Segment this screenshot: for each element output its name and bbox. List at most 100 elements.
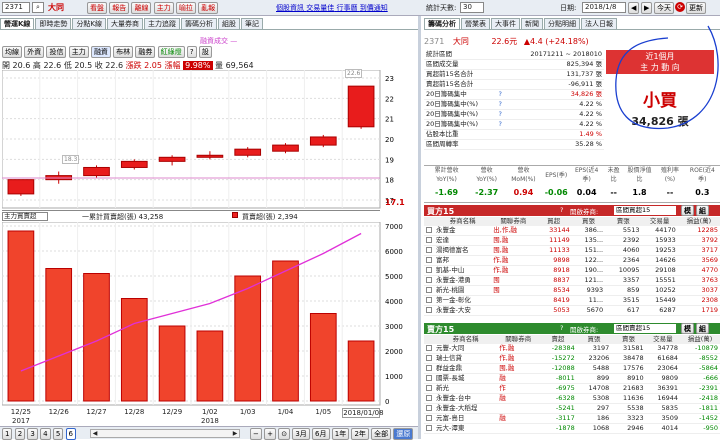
buy15-row[interactable]: 永豐金-大安 5053 5670 617 6287 1719	[424, 306, 720, 316]
range-3m[interactable]: 3月	[292, 428, 310, 440]
scroll-right-icon[interactable]: ▶	[231, 430, 239, 437]
ind-main[interactable]: 主力	[68, 46, 89, 58]
row-checkbox[interactable]	[424, 236, 434, 246]
sell15-row[interactable]: 群益金鼎 囤,融 -12088 5488 17576 23064 -5864	[424, 364, 720, 374]
row-checkbox[interactable]	[424, 256, 434, 266]
prev-day-button[interactable]: ◀	[628, 2, 640, 14]
buy15-row[interactable]: 富邦 作,融 9898 122... 2364 14626 3569	[424, 256, 720, 266]
ind-settings[interactable]: 設	[198, 46, 212, 58]
ind-help[interactable]: ?	[186, 46, 197, 58]
row-checkbox[interactable]	[424, 306, 434, 316]
ind-short[interactable]: 融券	[135, 46, 156, 58]
panel-splitter[interactable]	[418, 16, 421, 439]
row-checkbox[interactable]	[424, 296, 434, 306]
zoom-fit-icon[interactable]: ⊙	[278, 428, 291, 440]
restore-button[interactable]: 還原	[393, 428, 414, 440]
zoom-out-icon[interactable]: −	[250, 428, 262, 440]
tab-kline[interactable]: 營運K線	[0, 18, 35, 29]
page-4[interactable]: 4	[40, 428, 51, 440]
link-stock-info[interactable]: 個股資訊	[276, 4, 304, 12]
tab-news[interactable]: 新聞	[521, 18, 543, 29]
sell15-row[interactable]: 元富-島日 融 -3117 186 3323 3509 -1452	[424, 414, 720, 424]
range-2y[interactable]: 2年	[351, 428, 369, 440]
buy15-row[interactable]: 宏達 囤,融 11149 135... 2392 15933 3792	[424, 236, 720, 246]
sell15-btn2[interactable]: 組	[696, 323, 709, 334]
tab-notes[interactable]: 筆記	[241, 18, 264, 29]
page-1[interactable]: 1	[2, 428, 13, 440]
page-5[interactable]: 5	[52, 428, 64, 440]
tab-main-track[interactable]: 主力追蹤	[144, 18, 181, 29]
scroll-left-icon[interactable]: ◀	[91, 430, 99, 437]
h-scrollbar[interactable]: ◀ ▶	[90, 429, 240, 438]
sell15-row[interactable]: 新光 作 -6975 14708 21683 36391 -2391	[424, 384, 720, 394]
tab-realtime[interactable]: 即時走勢	[35, 18, 72, 29]
next-day-button[interactable]: ▶	[641, 2, 653, 14]
row-checkbox[interactable]	[424, 414, 434, 424]
zoom-in-icon[interactable]: +	[264, 428, 276, 440]
buy15-select[interactable]: 區間買超15	[614, 206, 676, 215]
row-checkbox[interactable]	[424, 354, 434, 364]
row-checkbox[interactable]	[424, 276, 434, 286]
page-3[interactable]: 3	[27, 428, 38, 440]
row-checkbox[interactable]	[424, 266, 434, 276]
sell15-btn1[interactable]: 模	[681, 323, 694, 334]
help-icon[interactable]: ?	[497, 120, 507, 130]
row-checkbox[interactable]	[424, 226, 434, 236]
sell15-row[interactable]: 國票-長城 融 -8011 899 8910 9809 -666	[424, 374, 720, 384]
quick-btn-5[interactable]: 亂報	[198, 2, 219, 14]
sell15-row[interactable]: 瑞士信貸 作,融 -15272 23206 38478 61684 -8552	[424, 354, 720, 364]
help-icon[interactable]: ?	[497, 100, 507, 110]
ind-foreign[interactable]: 外資	[24, 46, 45, 58]
buy15-btn2[interactable]: 組	[696, 205, 709, 216]
tab-group[interactable]: 組股	[218, 18, 241, 29]
ind-ma[interactable]: 均線	[2, 46, 22, 58]
ind-trust[interactable]: 投信	[46, 46, 67, 58]
row-checkbox[interactable]	[424, 374, 434, 384]
row-checkbox[interactable]	[424, 364, 434, 374]
lower-indicator-select[interactable]: 主力買賣超	[2, 212, 48, 221]
stock-id-input[interactable]: 2371	[2, 2, 30, 13]
help-icon[interactable]: ?	[497, 90, 507, 100]
quick-btn-2[interactable]: 離線	[131, 2, 152, 14]
link-calendar[interactable]: 行事曆	[336, 4, 357, 12]
buy15-row[interactable]: 永豐金 出,作,融 33144 386... 5513 44170 12285	[424, 226, 720, 236]
tab-branch-detail[interactable]: 分點明細	[544, 18, 580, 29]
quick-btn-4[interactable]: 喻拉	[175, 2, 196, 14]
range-1y[interactable]: 1年	[331, 428, 350, 440]
help-icon[interactable]: ?	[497, 110, 507, 120]
sell15-row[interactable]: 元大-潭東 -1878 1068 2946 4014 -950	[424, 424, 720, 434]
quick-btn-1[interactable]: 報告	[109, 2, 130, 14]
link-price-alert[interactable]: 到價通知	[360, 4, 388, 12]
range-all[interactable]: 全部	[371, 428, 392, 440]
range-6m[interactable]: 6月	[312, 428, 330, 440]
row-checkbox[interactable]	[424, 394, 434, 404]
search-icon[interactable]: ⌕	[32, 2, 44, 13]
sell15-select[interactable]: 區間賣超15	[614, 324, 676, 333]
buy15-row[interactable]: 新光-桃園 囤 8534 9393 859 10252 3037	[424, 286, 720, 296]
tab-chip-analysis[interactable]: 籌碼分析	[181, 18, 218, 29]
sell15-row[interactable]: 永豐金-台中 融 -6328 5308 11636 16944 -2418	[424, 394, 720, 404]
tab-revenue[interactable]: 營業表	[461, 18, 490, 29]
buy15-row[interactable]: 湯揭德富名 囤,融 11133 151... 4060 19253 3717	[424, 246, 720, 256]
date-input[interactable]: 2018/1/8	[582, 2, 626, 13]
quick-btn-0[interactable]: 看盤	[87, 2, 107, 14]
tab-chip[interactable]: 籌碼分析	[424, 18, 460, 29]
link-volume[interactable]: 交易量佳	[306, 4, 334, 12]
page-2[interactable]: 2	[14, 428, 26, 440]
sell15-help-icon[interactable]: ?	[560, 324, 563, 332]
buy15-btn1[interactable]: 模	[681, 205, 694, 216]
tab-branch-kline[interactable]: 分點K線	[72, 18, 107, 29]
sell15-row[interactable]: 永豐金-大稻埕 -5241 297 5538 5835 -1811	[424, 404, 720, 414]
count-select[interactable]: 30	[460, 2, 484, 13]
quick-btn-3[interactable]: 主力	[153, 2, 174, 14]
tab-big-broker[interactable]: 大量券商	[107, 18, 144, 29]
ind-traffic[interactable]: 紅綠燈	[157, 46, 185, 58]
ind-bollinger[interactable]: 布林	[113, 46, 134, 58]
row-checkbox[interactable]	[424, 404, 434, 414]
buy15-row[interactable]: 永豐金-港勇 囤 8837 121... 3357 15551 3763	[424, 276, 720, 286]
row-checkbox[interactable]	[424, 344, 434, 354]
row-checkbox[interactable]	[424, 384, 434, 394]
ind-margin[interactable]: 融資	[90, 46, 111, 58]
row-checkbox[interactable]	[424, 424, 434, 434]
row-checkbox[interactable]	[424, 246, 434, 256]
